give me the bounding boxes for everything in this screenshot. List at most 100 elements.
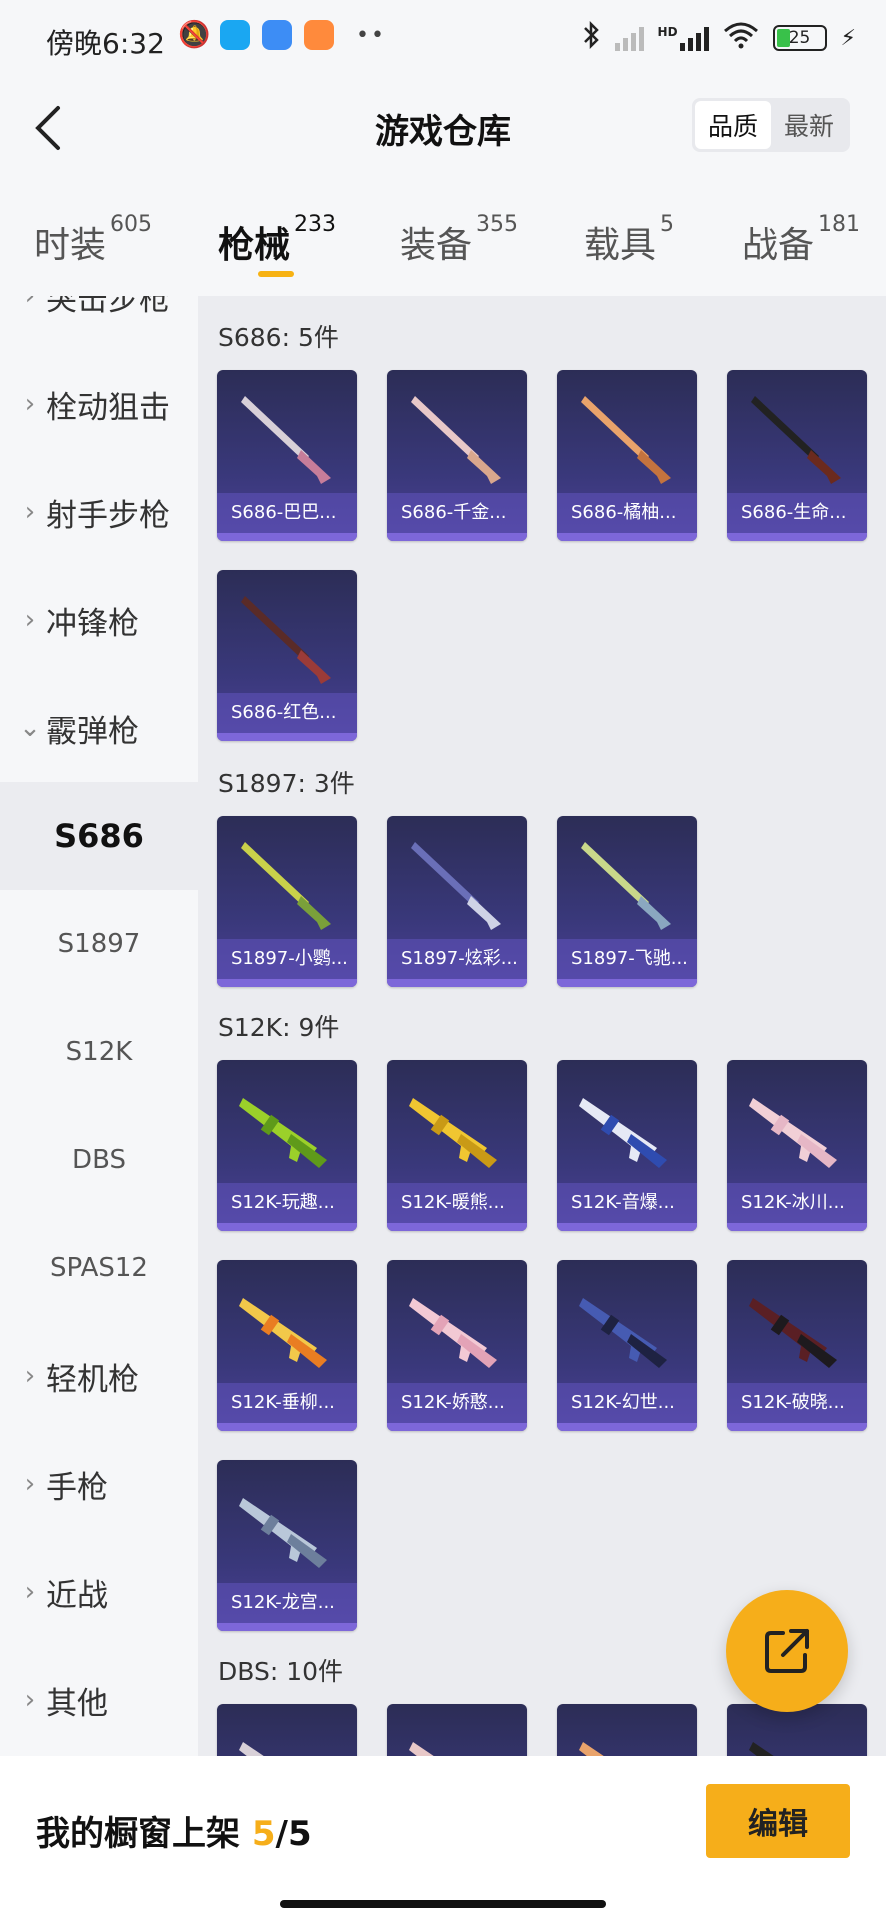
quality-indicator (557, 1423, 697, 1431)
sidebar-item-label: 手枪 (46, 1469, 108, 1506)
weapon-skin-card[interactable]: S686-千金... (387, 370, 527, 541)
weapon-skin-card[interactable]: S686-生命... (727, 370, 867, 541)
weapon-skin-card[interactable]: S12K-娇憨... (387, 1260, 527, 1431)
tab-vehicles[interactable]: 载具5 (584, 212, 674, 268)
rifle-skin-icon (239, 1742, 264, 1756)
quality-indicator (727, 533, 867, 541)
charging-icon: ⚡ (840, 25, 856, 51)
weapon-skin-card[interactable]: S1897-飞驰... (557, 816, 697, 987)
weapon-skin-card[interactable]: S686-橘柚... (557, 370, 697, 541)
chevron-right-icon: › (24, 605, 36, 635)
status-bar: 傍晚6:32 🔕 •• HD 25 ⚡ (0, 0, 886, 78)
sidebar-sub-spas12[interactable]: SPAS12 (0, 1214, 198, 1322)
weapon-skin-name: S1897-飞驰... (557, 939, 697, 979)
tab-equipment[interactable]: 装备355 (400, 212, 518, 268)
quality-indicator (217, 733, 357, 741)
shotgun-skin-icon (581, 842, 671, 930)
sidebar-item-smg[interactable]: › 冲锋枪 (0, 566, 198, 674)
shotgun-skin-icon (241, 842, 331, 930)
chevron-right-icon: › (24, 497, 36, 527)
sidebar-item-label: 冲锋枪 (46, 605, 139, 642)
rifle-skin-icon (579, 1742, 604, 1756)
sidebar-item-label: 近战 (46, 1577, 108, 1614)
sidebar-item-shotgun[interactable]: ⌄ 霰弹枪 (0, 674, 198, 782)
weapon-skin-card[interactable] (217, 1704, 357, 1756)
weapon-skin-name: S12K-暖熊... (387, 1183, 527, 1223)
sidebar-item-pistol[interactable]: › 手枪 (0, 1430, 198, 1538)
weapon-skin-card[interactable]: S12K-破晓... (727, 1260, 867, 1431)
weapon-skin-card[interactable] (557, 1704, 697, 1756)
quality-indicator (217, 533, 357, 541)
sidebar-sub-s1897[interactable]: S1897 (0, 890, 198, 998)
weapon-skin-card[interactable]: S12K-暖熊... (387, 1060, 527, 1231)
weapon-skin-name: S12K-音爆... (557, 1183, 697, 1223)
weapon-skin-card[interactable]: S12K-音爆... (557, 1060, 697, 1231)
tab-firearms[interactable]: 枪械233 (218, 212, 336, 268)
hd-label: HD (657, 25, 678, 39)
tab-label: 载具 (584, 225, 657, 266)
weapon-skin-card[interactable]: S12K-幻世... (557, 1260, 697, 1431)
weapon-skin-card[interactable]: S1897-小鹦... (217, 816, 357, 987)
sidebar-item-other[interactable]: › 其他 (0, 1646, 198, 1754)
sort-by-newest[interactable]: 最新 (771, 101, 847, 149)
more-notifications-icon: •• (356, 22, 386, 48)
sidebar-item-label: 栓动狙击 (46, 389, 170, 426)
weapon-skin-card[interactable]: S12K-龙宫... (217, 1460, 357, 1631)
rifle-skin-icon (409, 1742, 434, 1756)
shotgun-skin-icon (411, 396, 501, 484)
chevron-right-icon: › (24, 296, 36, 311)
rifle-skin-icon (579, 1298, 667, 1368)
sidebar-item-bolt-sniper[interactable]: › 栓动狙击 (0, 350, 198, 458)
weapon-skin-card[interactable]: S1897-炫彩... (387, 816, 527, 987)
sidebar-item-lmg[interactable]: › 轻机枪 (0, 1322, 198, 1430)
weapon-skin-name: S12K-龙宫... (217, 1583, 357, 1623)
weapon-skin-card[interactable]: S12K-玩趣... (217, 1060, 357, 1231)
sidebar-sub-s686[interactable]: S686 (0, 782, 198, 890)
weapon-skin-name: S1897-小鹦... (217, 939, 357, 979)
category-tabs: 时装605 枪械233 装备355 载具5 战备181 (0, 176, 886, 296)
sidebar-item-label: 突击步枪 (46, 296, 170, 318)
quality-indicator (557, 533, 697, 541)
weapon-skin-card[interactable]: S686-红色... (217, 570, 357, 741)
rifle-skin-icon (409, 1298, 497, 1368)
tab-supplies[interactable]: 战备181 (742, 212, 860, 268)
sort-by-quality[interactable]: 品质 (695, 101, 771, 149)
hd-signal-icon: HD (658, 25, 709, 51)
weapon-skin-name: S686-生命... (727, 493, 867, 533)
weapon-skin-name: S12K-玩趣... (217, 1183, 357, 1223)
share-button[interactable] (726, 1590, 848, 1712)
wifi-icon (723, 21, 759, 55)
quality-indicator (387, 533, 527, 541)
showcase-count-current: 5 (251, 1814, 276, 1854)
sidebar-sub-s12k[interactable]: S12K (0, 998, 198, 1106)
tab-count: 605 (110, 212, 153, 237)
tab-fashion[interactable]: 时装605 (34, 212, 152, 268)
battery-level: 25 (788, 28, 811, 48)
tab-count: 233 (294, 212, 337, 237)
chevron-right-icon: › (24, 1685, 36, 1715)
home-indicator[interactable] (280, 1900, 606, 1908)
weapon-skin-card[interactable]: S12K-冰川... (727, 1060, 867, 1231)
weapon-skin-card[interactable]: S686-巴巴... (217, 370, 357, 541)
tab-count: 181 (818, 212, 861, 237)
active-tab-indicator (258, 271, 294, 277)
weapon-skin-card[interactable]: S12K-垂柳... (217, 1260, 357, 1431)
weapon-skin-name: S12K-破晓... (727, 1383, 867, 1423)
sidebar-item-marksman-rifle[interactable]: › 射手步枪 (0, 458, 198, 566)
sidebar-sub-dbs[interactable]: DBS (0, 1106, 198, 1214)
weapon-skin-card[interactable] (387, 1704, 527, 1756)
tab-label: 枪械 (218, 225, 291, 266)
bottom-bar: 我的橱窗上架 5/5 编辑 (0, 1756, 886, 1920)
quality-indicator (387, 1423, 527, 1431)
sidebar-item-melee[interactable]: › 近战 (0, 1538, 198, 1646)
section-label: S12K: 9件 (218, 1013, 340, 1042)
sidebar-item-assault-rifle[interactable]: › 突击步枪 (0, 296, 198, 350)
tab-label: 时装 (34, 225, 107, 266)
weapon-skin-card[interactable] (727, 1704, 867, 1756)
showcase-count-separator: / (275, 1814, 288, 1854)
edit-button[interactable]: 编辑 (706, 1784, 850, 1858)
weapon-skin-name: S12K-娇憨... (387, 1383, 527, 1423)
chevron-right-icon: › (24, 1577, 36, 1607)
showcase-label: 我的橱窗上架 (36, 1814, 240, 1854)
section-label: S1897: 3件 (218, 769, 355, 798)
